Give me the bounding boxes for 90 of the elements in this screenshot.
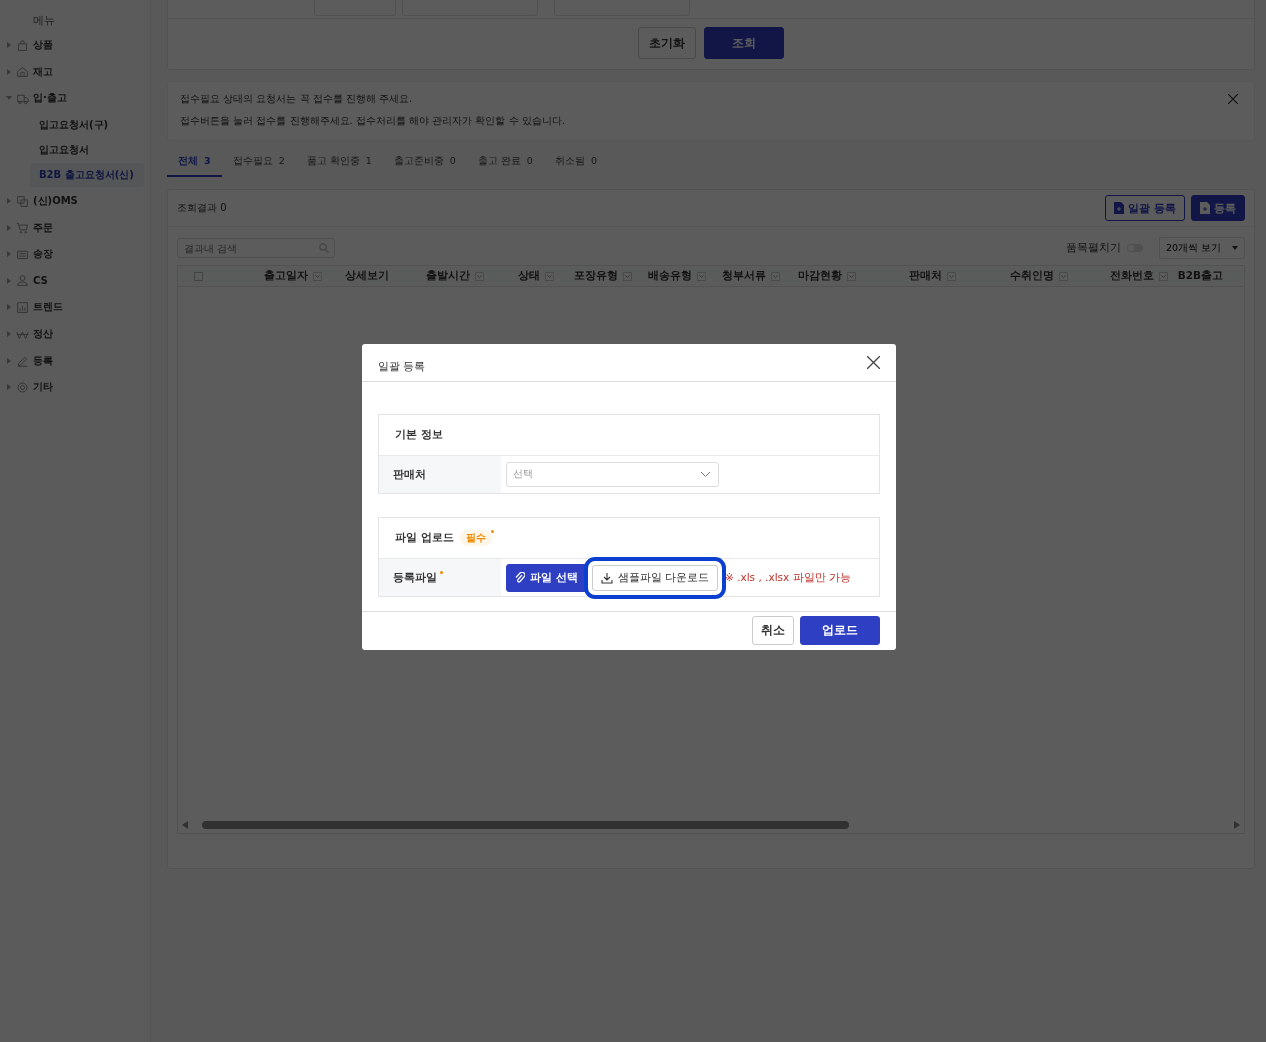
filter-icon[interactable]: [771, 271, 780, 281]
scroll-right-icon[interactable]: [1234, 821, 1240, 829]
column-header[interactable]: 배송유형: [648, 269, 706, 283]
cart-icon: [16, 221, 29, 235]
sidebar-item[interactable]: 상품: [0, 32, 150, 59]
house-icon: [16, 65, 29, 79]
tab-count: 0: [449, 155, 456, 166]
column-header[interactable]: 출발시간: [426, 269, 484, 283]
status-tab[interactable]: 출고 완료 0: [466, 153, 544, 177]
bag-icon: [16, 38, 29, 52]
status-tab[interactable]: 출고준비중 0: [382, 153, 467, 177]
filter-icon[interactable]: [545, 271, 554, 281]
result-count: 조회결과 0: [177, 201, 227, 215]
filter-icon[interactable]: [623, 271, 632, 281]
status-tab[interactable]: 품고 확인중 1: [295, 153, 383, 177]
sidebar-item[interactable]: CS: [0, 267, 150, 295]
file-select-button[interactable]: 파일 선택: [506, 563, 587, 592]
person-icon: [16, 274, 29, 288]
column-header[interactable]: 출고일자: [264, 269, 322, 283]
submenu-item[interactable]: B2B 출고요청서(신): [30, 162, 144, 187]
pencil-icon: [16, 354, 29, 368]
sidebar-item[interactable]: 기타: [0, 373, 150, 401]
column-header[interactable]: 마감현황: [798, 269, 856, 283]
filter-icon[interactable]: [475, 271, 484, 281]
submenu-item[interactable]: 입고요청서(구): [30, 112, 144, 137]
required-badge: 필수: [459, 530, 492, 546]
column-header[interactable]: B2B출고: [1177, 269, 1223, 283]
tab-count: 3: [204, 155, 211, 166]
chart-icon: [16, 300, 29, 314]
filter-icon[interactable]: [313, 271, 322, 281]
dropdown-icon: [1232, 246, 1238, 250]
column-header[interactable]: 청부서류: [722, 269, 780, 283]
chevron-down-icon: [701, 472, 710, 477]
scroll-left-icon[interactable]: [182, 821, 188, 829]
status-tab[interactable]: 취소됨 0: [543, 153, 608, 177]
sidebar-item[interactable]: 재고: [0, 58, 150, 86]
sidebar-item[interactable]: 입·출고: [0, 85, 150, 112]
truck-icon: [16, 92, 29, 105]
reset-button[interactable]: 초기화: [638, 27, 696, 59]
status-tab[interactable]: 접수필요 2: [221, 153, 296, 177]
select-field[interactable]: 선택: [506, 462, 719, 487]
register-button[interactable]: 등록: [1191, 195, 1245, 221]
section-title: 파일 업로드: [395, 531, 454, 545]
column-header[interactable]: 상태: [518, 269, 554, 283]
paperclip-icon: [515, 572, 525, 583]
filter-icon[interactable]: [1059, 271, 1068, 281]
tab-count: 0: [526, 155, 533, 166]
sidebar-item[interactable]: 정산: [0, 320, 150, 348]
search-icon: [319, 243, 329, 253]
submenu-item[interactable]: 입고요청서: [30, 137, 144, 162]
notice-text: 접수필요 상태의 요청서는 꼭 접수를 진행해 주세요.: [180, 92, 413, 106]
file-type-note: ※ .xls , .xlsx 파일만 가능: [725, 570, 851, 585]
filter-icon[interactable]: [947, 271, 956, 281]
document-icon: [1114, 202, 1125, 214]
sidebar-item[interactable]: (신)OMS: [0, 187, 150, 215]
page-size-select[interactable]: 20개씩 보기: [1159, 237, 1245, 259]
field-label: 판매처: [393, 467, 426, 482]
close-icon[interactable]: [867, 355, 880, 369]
tab-count: 2: [278, 155, 285, 166]
cancel-button[interactable]: 취소: [752, 616, 794, 645]
toggle-label: 품목펼치기: [1066, 241, 1121, 255]
sidebar-item[interactable]: 송장: [0, 240, 150, 268]
document-icon: [1200, 202, 1210, 214]
upload-button[interactable]: 업로드: [800, 616, 880, 645]
column-header[interactable]: 상세보기: [345, 269, 389, 283]
search-button[interactable]: 조회: [704, 27, 784, 59]
status-tab[interactable]: 전체 3: [167, 153, 222, 177]
tab-count: 1: [365, 155, 372, 166]
download-icon: [600, 571, 613, 584]
checkbox[interactable]: [193, 271, 203, 281]
sidebar-item[interactable]: 트렌드: [0, 294, 150, 321]
section-title: 기본 정보: [395, 428, 443, 442]
filter-icon[interactable]: [697, 271, 706, 281]
field-label: 등록파일: [393, 570, 441, 585]
filter-icon[interactable]: [847, 271, 856, 281]
notice-text: 접수버튼을 눌러 접수를 진행해주세요. 접수처리를 해야 관리자가 확인할 수 있습니다.: [180, 114, 565, 128]
squares-icon: [16, 194, 29, 208]
bulk-register-button[interactable]: 일괄 등록: [1105, 195, 1185, 221]
column-header[interactable]: 전화번호: [1110, 269, 1168, 283]
column-header[interactable]: 수취인명: [1010, 269, 1068, 283]
filter-icon[interactable]: [1159, 271, 1168, 281]
sidebar-item[interactable]: 주문: [0, 214, 150, 241]
column-header[interactable]: 포장유형: [574, 269, 632, 283]
column-header[interactable]: 판매처: [909, 269, 956, 283]
menu-heading: 메뉴: [32, 13, 55, 28]
gear-icon: [16, 380, 29, 394]
sidebar-item[interactable]: 등록: [0, 347, 150, 374]
dialog-title: 일괄 등록: [378, 359, 426, 374]
tab-count: 0: [590, 155, 597, 166]
scrollbar-thumb[interactable]: [202, 821, 849, 829]
